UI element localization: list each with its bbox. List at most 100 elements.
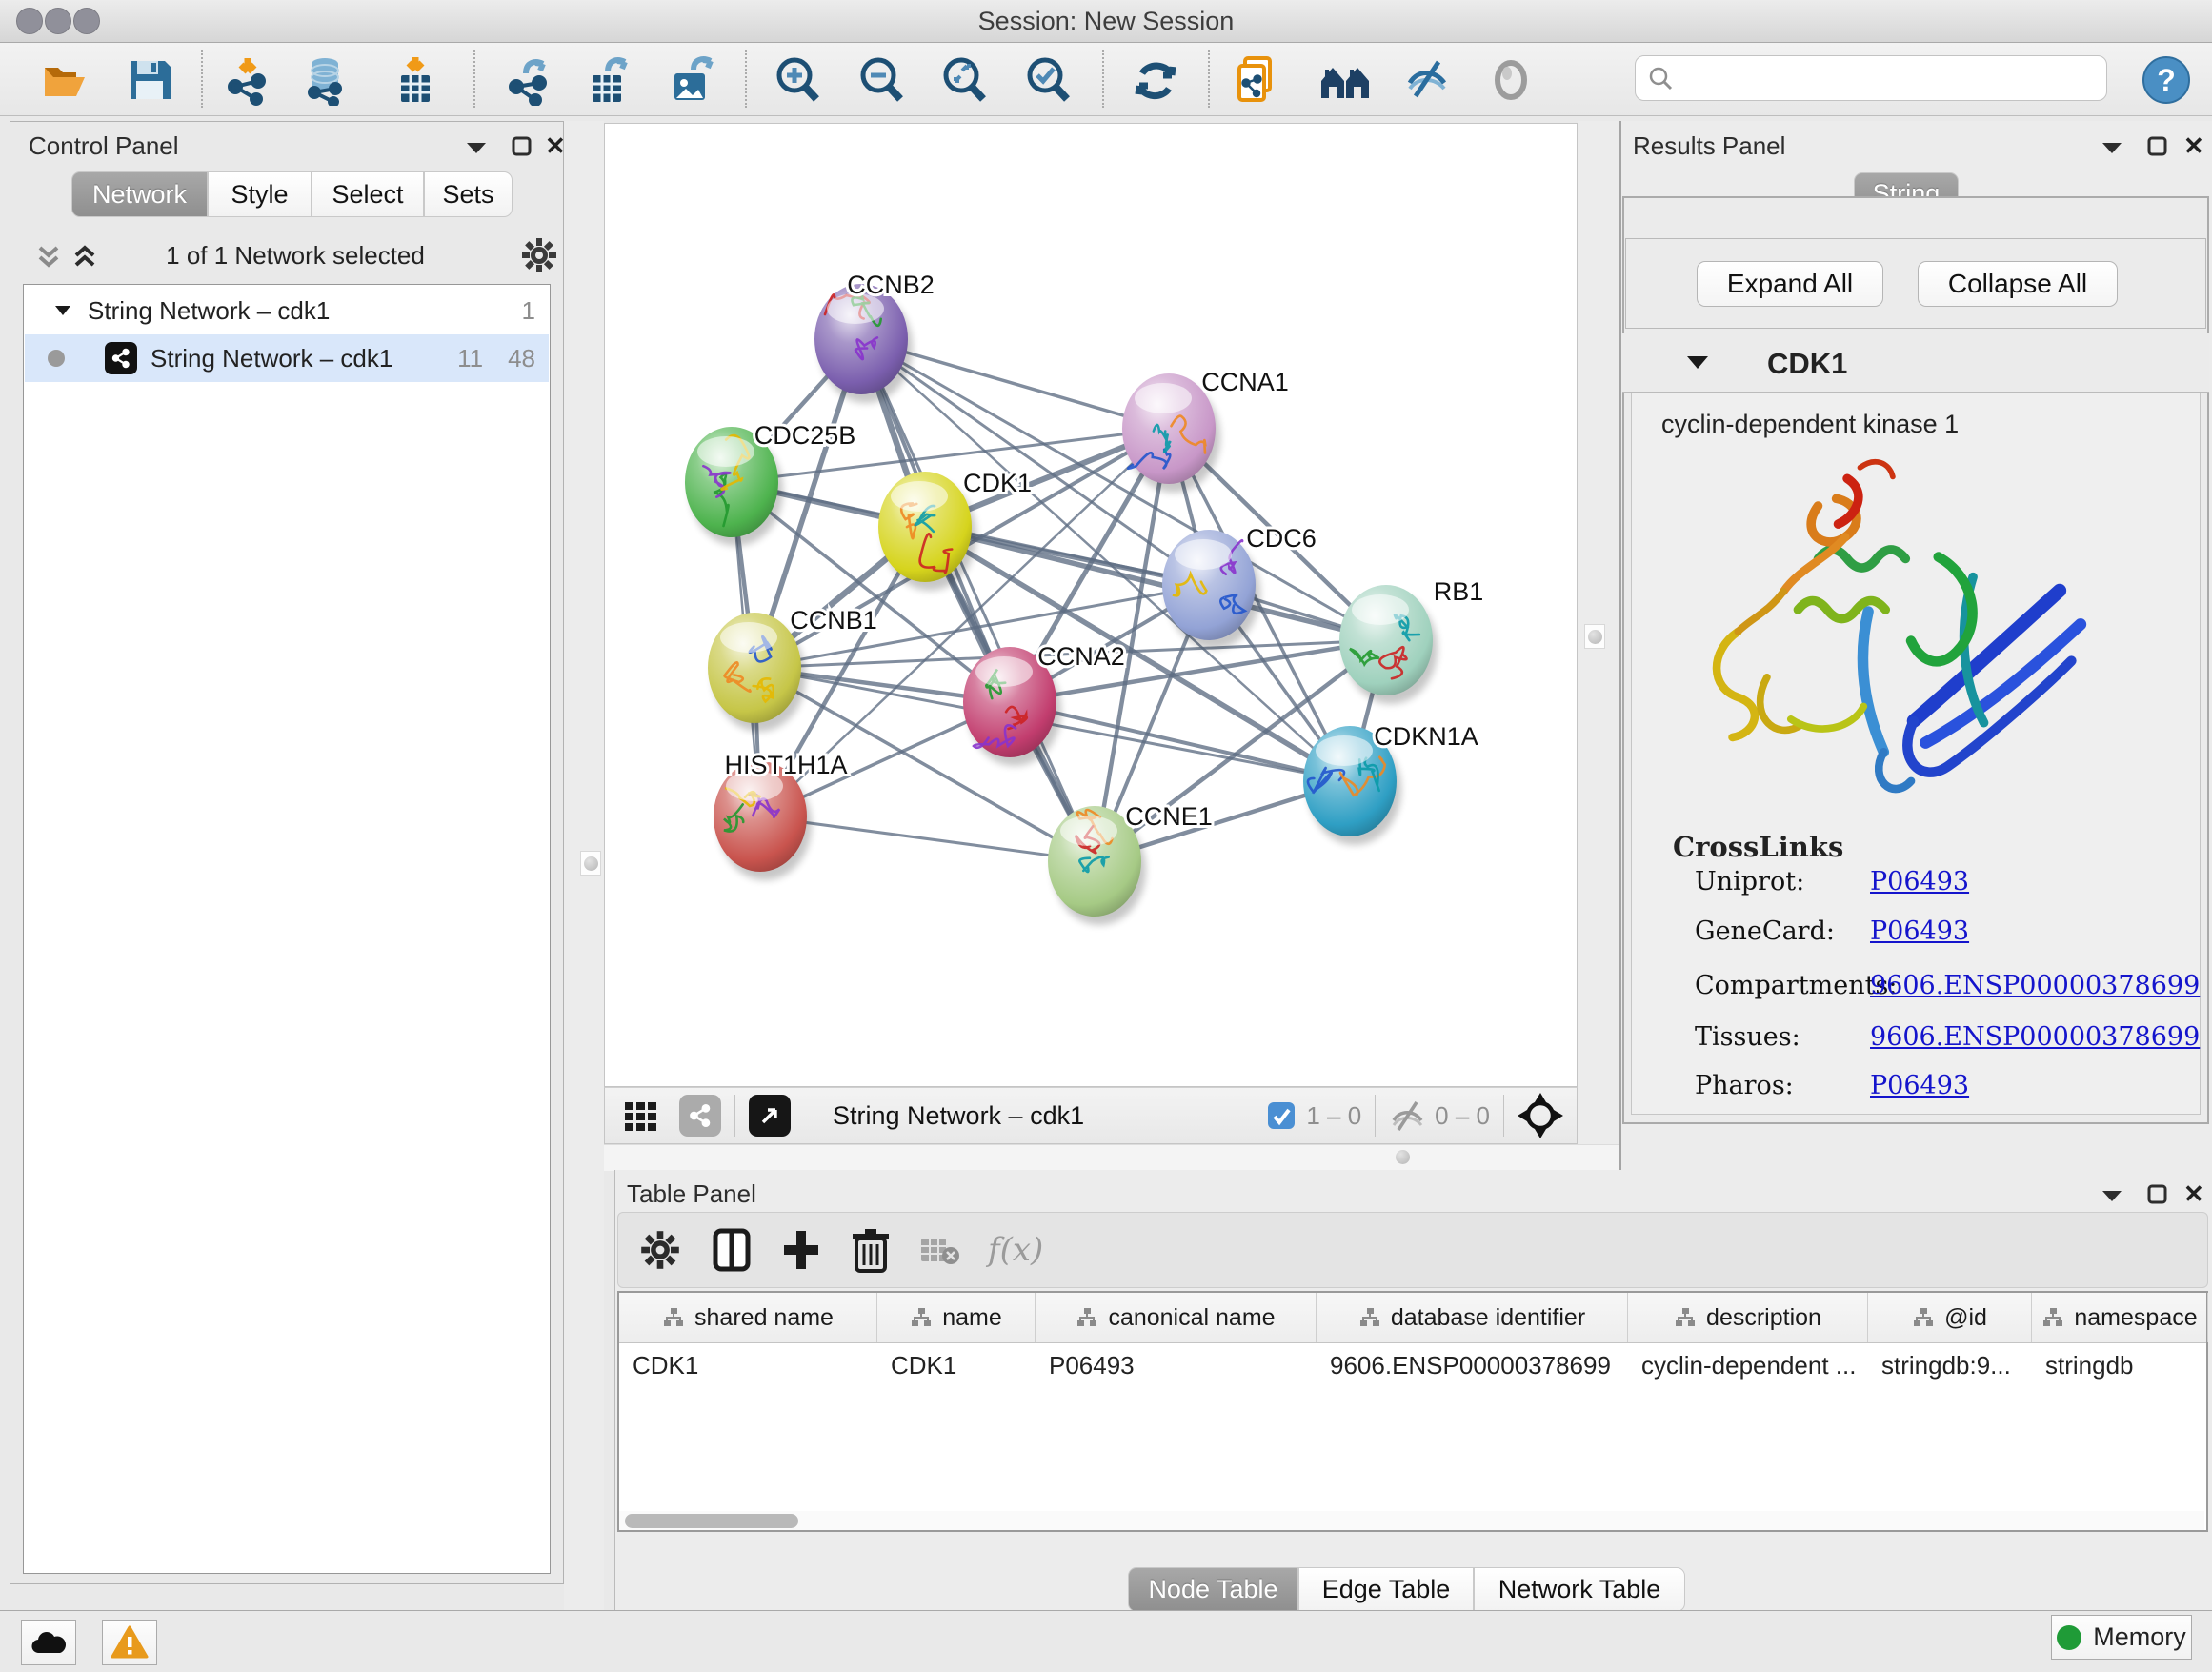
- crosslink-link[interactable]: P06493: [1870, 1071, 1969, 1100]
- gear-icon[interactable]: [520, 236, 558, 274]
- table-hscrollbar-thumb[interactable]: [625, 1514, 798, 1528]
- grid-view-icon[interactable]: [622, 1097, 660, 1135]
- tab-node-table[interactable]: Node Table: [1128, 1567, 1298, 1612]
- network-node[interactable]: HIST1H1A: [714, 751, 848, 880]
- column-header[interactable]: database identifier: [1317, 1293, 1628, 1342]
- network-edge[interactable]: [861, 339, 1095, 861]
- bottom-split-grip[interactable]: [1396, 1150, 1410, 1164]
- network-row[interactable]: String Network – cdk1 11 48: [25, 334, 549, 382]
- column-header[interactable]: @id: [1868, 1293, 2032, 1342]
- open-session-button[interactable]: [38, 52, 93, 108]
- apply-layout-button[interactable]: [1128, 52, 1183, 108]
- column-header[interactable]: name: [877, 1293, 1036, 1342]
- selected-checkbox-icon[interactable]: [1266, 1100, 1297, 1131]
- first-neighbors-button[interactable]: [1317, 52, 1373, 108]
- results-panel-close-icon[interactable]: ✕: [2183, 131, 2204, 161]
- column-header[interactable]: namespace: [2032, 1293, 2208, 1342]
- results-panel-float-icon[interactable]: [2146, 135, 2169, 158]
- collapse-all-icon[interactable]: [32, 240, 65, 274]
- collapse-all-button[interactable]: Collapse All: [1918, 261, 2118, 307]
- tab-sets[interactable]: Sets: [424, 171, 513, 217]
- column-header[interactable]: shared name: [619, 1293, 877, 1342]
- column-header[interactable]: description: [1628, 1293, 1868, 1342]
- network-node[interactable]: CDC25B: [685, 421, 855, 546]
- crosslink-link[interactable]: 9606.ENSP00000378699: [1870, 971, 2200, 1000]
- crosslink-link[interactable]: P06493: [1870, 917, 1969, 946]
- gene-expander-icon[interactable]: [1684, 353, 1711, 372]
- table-cell[interactable]: stringdb:9...: [1868, 1343, 2032, 1387]
- table-hscrollbar-track[interactable]: [619, 1511, 2204, 1530]
- network-node[interactable]: CCNA1: [1122, 368, 1289, 493]
- zoom-in-button[interactable]: [770, 52, 825, 108]
- network-collection-row[interactable]: String Network – cdk1 1: [25, 287, 549, 334]
- table-cell[interactable]: CDK1: [619, 1343, 877, 1387]
- tab-style[interactable]: Style: [208, 171, 312, 217]
- network-canvas[interactable]: CCNB2CCNA1CDC25BCDK1CDC6RB1CCNB1CCNA2CDK…: [604, 123, 1578, 1087]
- network-node[interactable]: CDK1: [878, 469, 1032, 591]
- table-panel-title: Table Panel: [627, 1179, 756, 1209]
- import-network-database-button[interactable]: [297, 52, 352, 108]
- delete-column-trash-icon[interactable]: [851, 1227, 891, 1273]
- control-panel-close-icon[interactable]: ✕: [545, 131, 566, 161]
- network-node[interactable]: CCNB1: [708, 606, 877, 732]
- export-table-button[interactable]: [581, 52, 636, 108]
- table-cell[interactable]: 9606.ENSP00000378699: [1317, 1343, 1628, 1387]
- table-cell[interactable]: P06493: [1036, 1343, 1317, 1387]
- table-panel-float-icon[interactable]: [2146, 1183, 2169, 1206]
- crosslink-link[interactable]: P06493: [1870, 867, 1969, 896]
- string-view-icon[interactable]: [679, 1095, 721, 1137]
- show-all-button[interactable]: [1483, 52, 1538, 108]
- window-title: Session: New Session: [0, 7, 2212, 36]
- tab-edge-table[interactable]: Edge Table: [1298, 1567, 1474, 1612]
- results-panel-menu-icon[interactable]: [2100, 139, 2124, 156]
- zoom-selected-button[interactable]: [1020, 52, 1076, 108]
- hidden-eye-icon[interactable]: [1389, 1099, 1427, 1132]
- hide-selected-button[interactable]: [1400, 52, 1456, 108]
- search-box[interactable]: [1635, 55, 2107, 101]
- table-cell[interactable]: stringdb: [2032, 1343, 2208, 1387]
- left-split-grip[interactable]: [580, 851, 601, 876]
- save-session-button[interactable]: [122, 52, 177, 108]
- tab-network-table[interactable]: Network Table: [1474, 1567, 1685, 1612]
- clone-network-button[interactable]: [1232, 52, 1287, 108]
- crosslink-label: Pharos:: [1695, 1071, 1794, 1100]
- expand-all-button[interactable]: Expand All: [1697, 261, 1883, 307]
- detach-view-icon[interactable]: [749, 1095, 791, 1137]
- tab-select[interactable]: Select: [312, 171, 424, 217]
- import-network-database-icon: [299, 54, 351, 106]
- export-image-button[interactable]: [665, 52, 720, 108]
- tab-network[interactable]: Network: [71, 171, 208, 217]
- control-panel-float-icon[interactable]: [511, 135, 533, 158]
- crosslink-link[interactable]: 9606.ENSP00000378699: [1870, 1022, 2200, 1052]
- warning-status-button[interactable]: [102, 1620, 157, 1665]
- node-label: HIST1H1A: [724, 751, 847, 779]
- network-node[interactable]: CCNB2: [814, 271, 935, 403]
- network-node[interactable]: CCNE1: [1048, 802, 1213, 925]
- create-column-icon[interactable]: [780, 1227, 822, 1273]
- collection-expander-icon[interactable]: [53, 303, 72, 318]
- table-settings-gear-icon[interactable]: [639, 1229, 681, 1271]
- import-table-file-button[interactable]: [388, 52, 443, 108]
- column-header[interactable]: canonical name: [1036, 1293, 1317, 1342]
- zoom-out-button[interactable]: [854, 52, 909, 108]
- import-network-file-button[interactable]: [220, 52, 275, 108]
- table-cell[interactable]: cyclin-dependent ...: [1628, 1343, 1868, 1387]
- network-node[interactable]: CDKN1A: [1303, 722, 1478, 845]
- cloud-status-button[interactable]: [21, 1620, 76, 1665]
- expand-all-icon[interactable]: [69, 240, 101, 274]
- table-panel-menu-icon[interactable]: [2100, 1187, 2124, 1204]
- zoom-fit-icon: [938, 54, 990, 106]
- control-panel-menu-icon[interactable]: [464, 139, 489, 156]
- memory-button[interactable]: Memory: [2051, 1615, 2192, 1660]
- right-split-grip[interactable]: [1584, 624, 1605, 649]
- table-cell[interactable]: CDK1: [877, 1343, 1036, 1387]
- table-panel-close-icon[interactable]: ✕: [2183, 1179, 2204, 1209]
- show-columns-icon[interactable]: [710, 1227, 754, 1273]
- zoom-fit-button[interactable]: [936, 52, 992, 108]
- export-network-button[interactable]: [501, 52, 556, 108]
- birds-eye-icon[interactable]: [1518, 1093, 1563, 1138]
- search-input[interactable]: [1674, 64, 2078, 92]
- help-button[interactable]: ?: [2142, 55, 2191, 110]
- network-node[interactable]: CCNA2: [963, 642, 1125, 766]
- network-node[interactable]: RB1: [1339, 577, 1483, 704]
